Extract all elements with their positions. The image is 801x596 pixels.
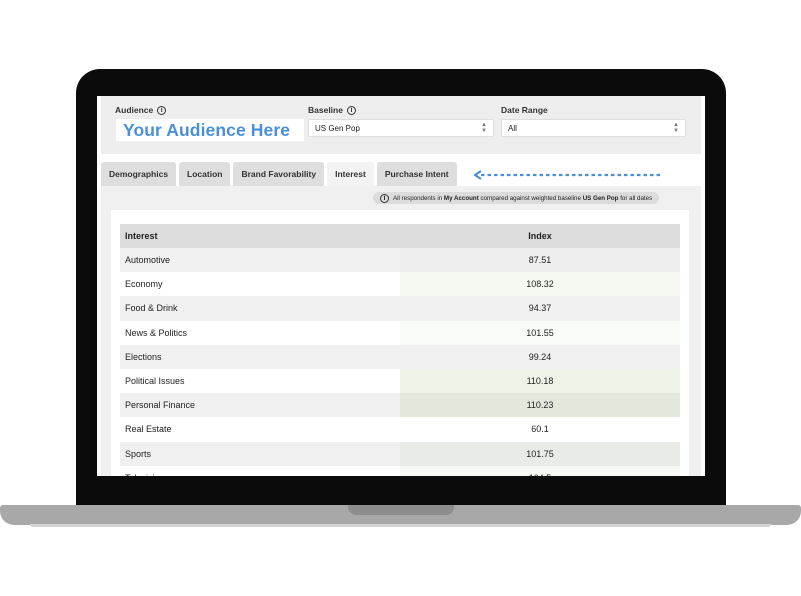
- index-value-cell: 101.75: [400, 442, 680, 466]
- table-row: Personal Finance110.23: [120, 393, 680, 417]
- filter-panel: Audience i Your Audience Here Baseline i…: [101, 96, 701, 154]
- date-filter-label: Date Range: [501, 105, 548, 115]
- interest-name-cell: Sports: [120, 442, 400, 466]
- laptop-notch: [348, 505, 454, 515]
- baseline-value: US Gen Pop: [315, 124, 360, 133]
- table-row: Elections99.24: [120, 345, 680, 369]
- interest-name-cell: Political Issues: [120, 369, 400, 393]
- interest-name-cell: Food & Drink: [120, 296, 400, 320]
- audience-filter-label: Audience i: [115, 105, 166, 115]
- tab-location[interactable]: Location: [179, 162, 230, 186]
- interest-name-cell: Personal Finance: [120, 393, 400, 417]
- column-header-interest[interactable]: Interest: [120, 224, 400, 248]
- interest-index-table: Interest Index Automotive87.51Economy108…: [120, 224, 680, 476]
- table-row: News & Politics101.55: [120, 321, 680, 345]
- index-value-cell: 99.24: [400, 345, 680, 369]
- content-panel: i All respondents in My Account compared…: [101, 186, 701, 476]
- laptop-screen: Audience i Your Audience Here Baseline i…: [97, 96, 705, 476]
- interest-name-cell: Economy: [120, 272, 400, 296]
- respondents-info-banner: i All respondents in My Account compared…: [373, 192, 659, 204]
- tab-interest[interactable]: Interest: [327, 162, 374, 186]
- table-row: Political Issues110.18: [120, 369, 680, 393]
- tab-demographics[interactable]: Demographics: [101, 162, 176, 186]
- tab-bar: Demographics Location Brand Favorability…: [101, 162, 457, 186]
- index-value-cell: 87.51: [400, 248, 680, 272]
- interest-name-cell: Television: [120, 466, 400, 476]
- table-row: Sports101.75: [120, 442, 680, 466]
- audience-input[interactable]: Your Audience Here: [116, 119, 304, 141]
- select-caret-icon: ▲▼: [481, 122, 487, 134]
- table-row: Food & Drink94.37: [120, 296, 680, 320]
- laptop-base-shadow: [30, 524, 771, 527]
- info-icon[interactable]: i: [157, 106, 166, 115]
- audience-value: Your Audience Here: [123, 120, 290, 141]
- table-row: Automotive87.51: [120, 248, 680, 272]
- index-value-cell: 108.32: [400, 272, 680, 296]
- index-value-cell: 104.5: [400, 466, 680, 476]
- tab-brand-favorability[interactable]: Brand Favorability: [233, 162, 324, 186]
- info-icon: i: [380, 194, 389, 203]
- interest-name-cell: Elections: [120, 345, 400, 369]
- select-caret-icon: ▲▼: [673, 122, 679, 134]
- table-row: Real Estate60.1: [120, 417, 680, 441]
- info-icon[interactable]: i: [347, 106, 356, 115]
- audience-label-text: Audience: [115, 105, 153, 115]
- date-range-select[interactable]: All ▲▼: [501, 119, 686, 137]
- baseline-label-text: Baseline: [308, 105, 343, 115]
- pointer-arrow-icon: [473, 170, 663, 180]
- baseline-select[interactable]: US Gen Pop ▲▼: [308, 119, 494, 137]
- date-label-text: Date Range: [501, 105, 548, 115]
- interest-name-cell: Real Estate: [120, 417, 400, 441]
- column-header-index[interactable]: Index: [400, 224, 680, 248]
- interest-table-card: Interest Index Automotive87.51Economy108…: [111, 210, 689, 476]
- table-row: Economy108.32: [120, 272, 680, 296]
- index-value-cell: 94.37: [400, 296, 680, 320]
- interest-name-cell: News & Politics: [120, 321, 400, 345]
- info-banner-text: All respondents in My Account compared a…: [393, 195, 652, 202]
- index-value-cell: 110.18: [400, 369, 680, 393]
- interest-name-cell: Automotive: [120, 248, 400, 272]
- index-value-cell: 101.55: [400, 321, 680, 345]
- baseline-filter-label: Baseline i: [308, 105, 356, 115]
- table-row: Television104.5: [120, 466, 680, 476]
- index-value-cell: 60.1: [400, 417, 680, 441]
- index-value-cell: 110.23: [400, 393, 680, 417]
- date-range-value: All: [508, 124, 517, 133]
- tab-purchase-intent[interactable]: Purchase Intent: [377, 162, 457, 186]
